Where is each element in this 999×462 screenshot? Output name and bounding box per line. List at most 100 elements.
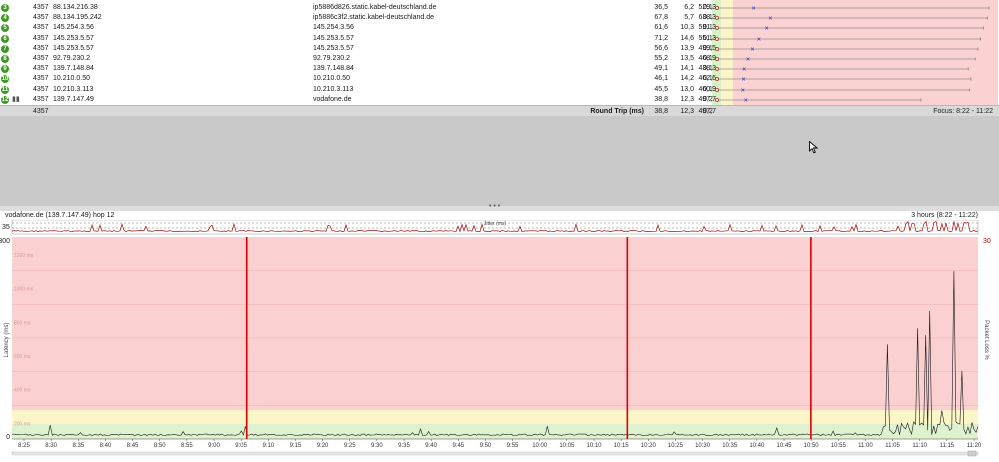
inner-y-label: 1000 ms — [14, 287, 34, 293]
y-axis-max-label: 300 — [0, 238, 10, 245]
table-row[interactable]: 9 4357 139.7.148.84 139.7.148.84 49,1 14,1 438… — [0, 64, 999, 74]
timeline-scroll-thumb — [967, 450, 977, 457]
x-tick-label: 9:10 — [262, 443, 274, 449]
x-tick-label: 11:10 — [912, 443, 927, 449]
hop-packet-loss: 0,1 — [703, 24, 713, 32]
inner-y-label: 400 ms — [14, 388, 31, 394]
medium-latency-zone — [12, 410, 978, 425]
hop-packet-loss: 0,1 — [703, 65, 713, 73]
hop-latency-graph: × — [0, 34, 999, 44]
x-tick-label: 9:15 — [290, 443, 302, 449]
y-axis-min-label: 0 — [6, 434, 10, 441]
hop-count: 4357 — [33, 4, 49, 11]
hop-count: 4357 — [33, 55, 49, 62]
x-tick-label: 8:40 — [100, 443, 112, 449]
x-tick-label: 8:45 — [127, 443, 139, 449]
hop-ip: 88.134.216.38 — [53, 4, 98, 11]
hop-latency-graph: × — [0, 95, 999, 105]
table-row[interactable]: 12 ▮▮ 4357 139.7.147.49 vodafone.de 38,8 12,3 4… — [0, 95, 999, 105]
x-tick-label: 10:00 — [532, 443, 548, 449]
hop-packet-loss: 0,2 — [703, 95, 713, 103]
hop-name: 145.254.3.56 — [313, 24, 354, 32]
avg-latency-marker: × — [742, 77, 746, 84]
hop-min: 14,1 — [680, 65, 694, 73]
x-tick-label: 11:05 — [885, 443, 900, 449]
inner-y-label: 800 ms — [14, 320, 31, 326]
x-tick-label: 10:50 — [804, 443, 820, 449]
hop-number-badge: 6 — [1, 34, 9, 43]
hop-packet-loss: 0,1 — [703, 55, 713, 62]
x-tick-label: 9:45 — [452, 443, 464, 449]
table-row[interactable]: 5 4357 145.254.3.56 145.254.3.56 61,6 10,3 591… — [0, 23, 999, 33]
hop-min: 13,9 — [680, 44, 694, 52]
table-row[interactable]: 8 4357 92.79.230.2 92.79.230.2 55,2 13,5 468,9… — [0, 54, 999, 64]
hop-number-badge: 8 — [1, 55, 9, 63]
y-axis-right-title: Packet Loss % — [983, 320, 989, 360]
table-row[interactable]: 6 4357 145.253.5.57 145.253.5.57 71,2 14,6 551… — [0, 34, 999, 44]
hop-avg: 56,6 — [654, 44, 668, 52]
table-row[interactable]: 10 4357 10.210.0.50 10.210.0.50 46,1 14,2 462,… — [0, 74, 999, 84]
jitter-axis-label: 35 — [2, 224, 10, 231]
x-tick-label: 8:25 — [18, 443, 30, 449]
hop-ip: 88.134.195.242 — [53, 14, 102, 22]
hop-name: 10.210.0.50 — [313, 75, 350, 83]
hop-ip: 10.210.3.113 — [53, 85, 94, 93]
table-row[interactable]: 7 4357 145.253.5.57 145.253.5.57 56,6 13,9 499… — [0, 44, 999, 54]
inner-y-label: 600 ms — [14, 354, 31, 360]
hop-name: ip5886d826.static.kabel-deutschland.de — [313, 4, 437, 11]
x-tick-label: 10:05 — [559, 443, 575, 449]
hop-ip: 145.254.3.56 — [53, 24, 94, 32]
hop-latency-graph: × — [0, 13, 999, 23]
x-tick-label: 9:00 — [208, 443, 220, 449]
hop-number-badge: 4 — [1, 14, 9, 23]
hop-number-badge: 7 — [1, 44, 9, 53]
hop-latency-graph: × — [0, 85, 999, 95]
hop-avg: 46,1 — [654, 75, 668, 83]
x-tick-label: 10:20 — [641, 443, 657, 449]
hop-count: 4357 — [33, 75, 49, 83]
table-row[interactable]: 4 4357 88.134.195.242 ip5886c3f2.static.kab… — [0, 13, 999, 23]
x-tick-label: 8:30 — [45, 443, 57, 449]
table-row[interactable]: 3 4357 88.134.216.38 ip5886d826.static.kabe… — [0, 3, 999, 13]
timeline-graph[interactable]: Jitter (ms) 35 1200 ms 1000 ms 800 ms 600 ms 4… — [0, 220, 999, 462]
x-tick-label: 9:50 — [480, 443, 492, 449]
avg-latency-marker: × — [744, 97, 748, 104]
hop-packet-loss: 0,1 — [703, 4, 713, 11]
hop-latency-graph: × — [0, 3, 999, 13]
timeline-scrollbar — [11, 451, 979, 456]
hop-count: 4357 — [33, 44, 49, 52]
hop-avg: 45,5 — [654, 85, 668, 93]
hop-avg: 36,5 — [654, 4, 668, 11]
x-tick-label: 9:30 — [371, 443, 383, 449]
x-tick-label: 10:40 — [749, 443, 765, 449]
x-tick-label: 9:35 — [398, 443, 410, 449]
hop-name: 92.79.230.2 — [313, 55, 350, 62]
hop-number-badge: 5 — [1, 24, 9, 33]
hop-packet-loss: 0,1 — [703, 75, 713, 83]
hop-number-badge: 11 — [1, 85, 9, 94]
time-range-label[interactable]: 3 hours (8:22 - 11:22) — [911, 212, 978, 219]
x-tick-label: 11:00 — [858, 443, 873, 449]
jitter-label: Jitter (ms) — [484, 221, 507, 227]
x-tick-label: 10:35 — [722, 443, 738, 449]
bar-chart-icon[interactable]: ▮▮ — [12, 95, 20, 105]
x-tick-label: 10:45 — [776, 443, 792, 449]
hop-avg: 71,2 — [654, 34, 668, 42]
hop-count: 4357 — [33, 85, 49, 93]
hop-count: 4357 — [33, 34, 49, 42]
x-tick-label: 11:15 — [940, 443, 955, 449]
avg-latency-marker: × — [765, 26, 769, 33]
x-tick-label: 9:05 — [235, 443, 247, 449]
mouse-cursor-icon — [809, 140, 819, 156]
hop-packet-loss: 0,1 — [703, 34, 713, 42]
hop-packet-loss: 0,1 — [703, 85, 713, 93]
hop-packet-loss: 0,1 — [703, 14, 713, 22]
x-tick-label: 11:20 — [967, 443, 982, 449]
empty-hop-area — [0, 116, 999, 209]
hop-avg: 49,1 — [654, 65, 668, 73]
hop-ip: 10.210.0.50 — [53, 75, 90, 83]
hop-min: 5,7 — [684, 14, 694, 22]
table-row[interactable]: 11 4357 10.210.3.113 10.210.3.113 45,5 13,0 46… — [0, 85, 999, 95]
hop-min: 13,5 — [680, 55, 694, 62]
hop-packet-loss: 0,1 — [703, 44, 713, 52]
